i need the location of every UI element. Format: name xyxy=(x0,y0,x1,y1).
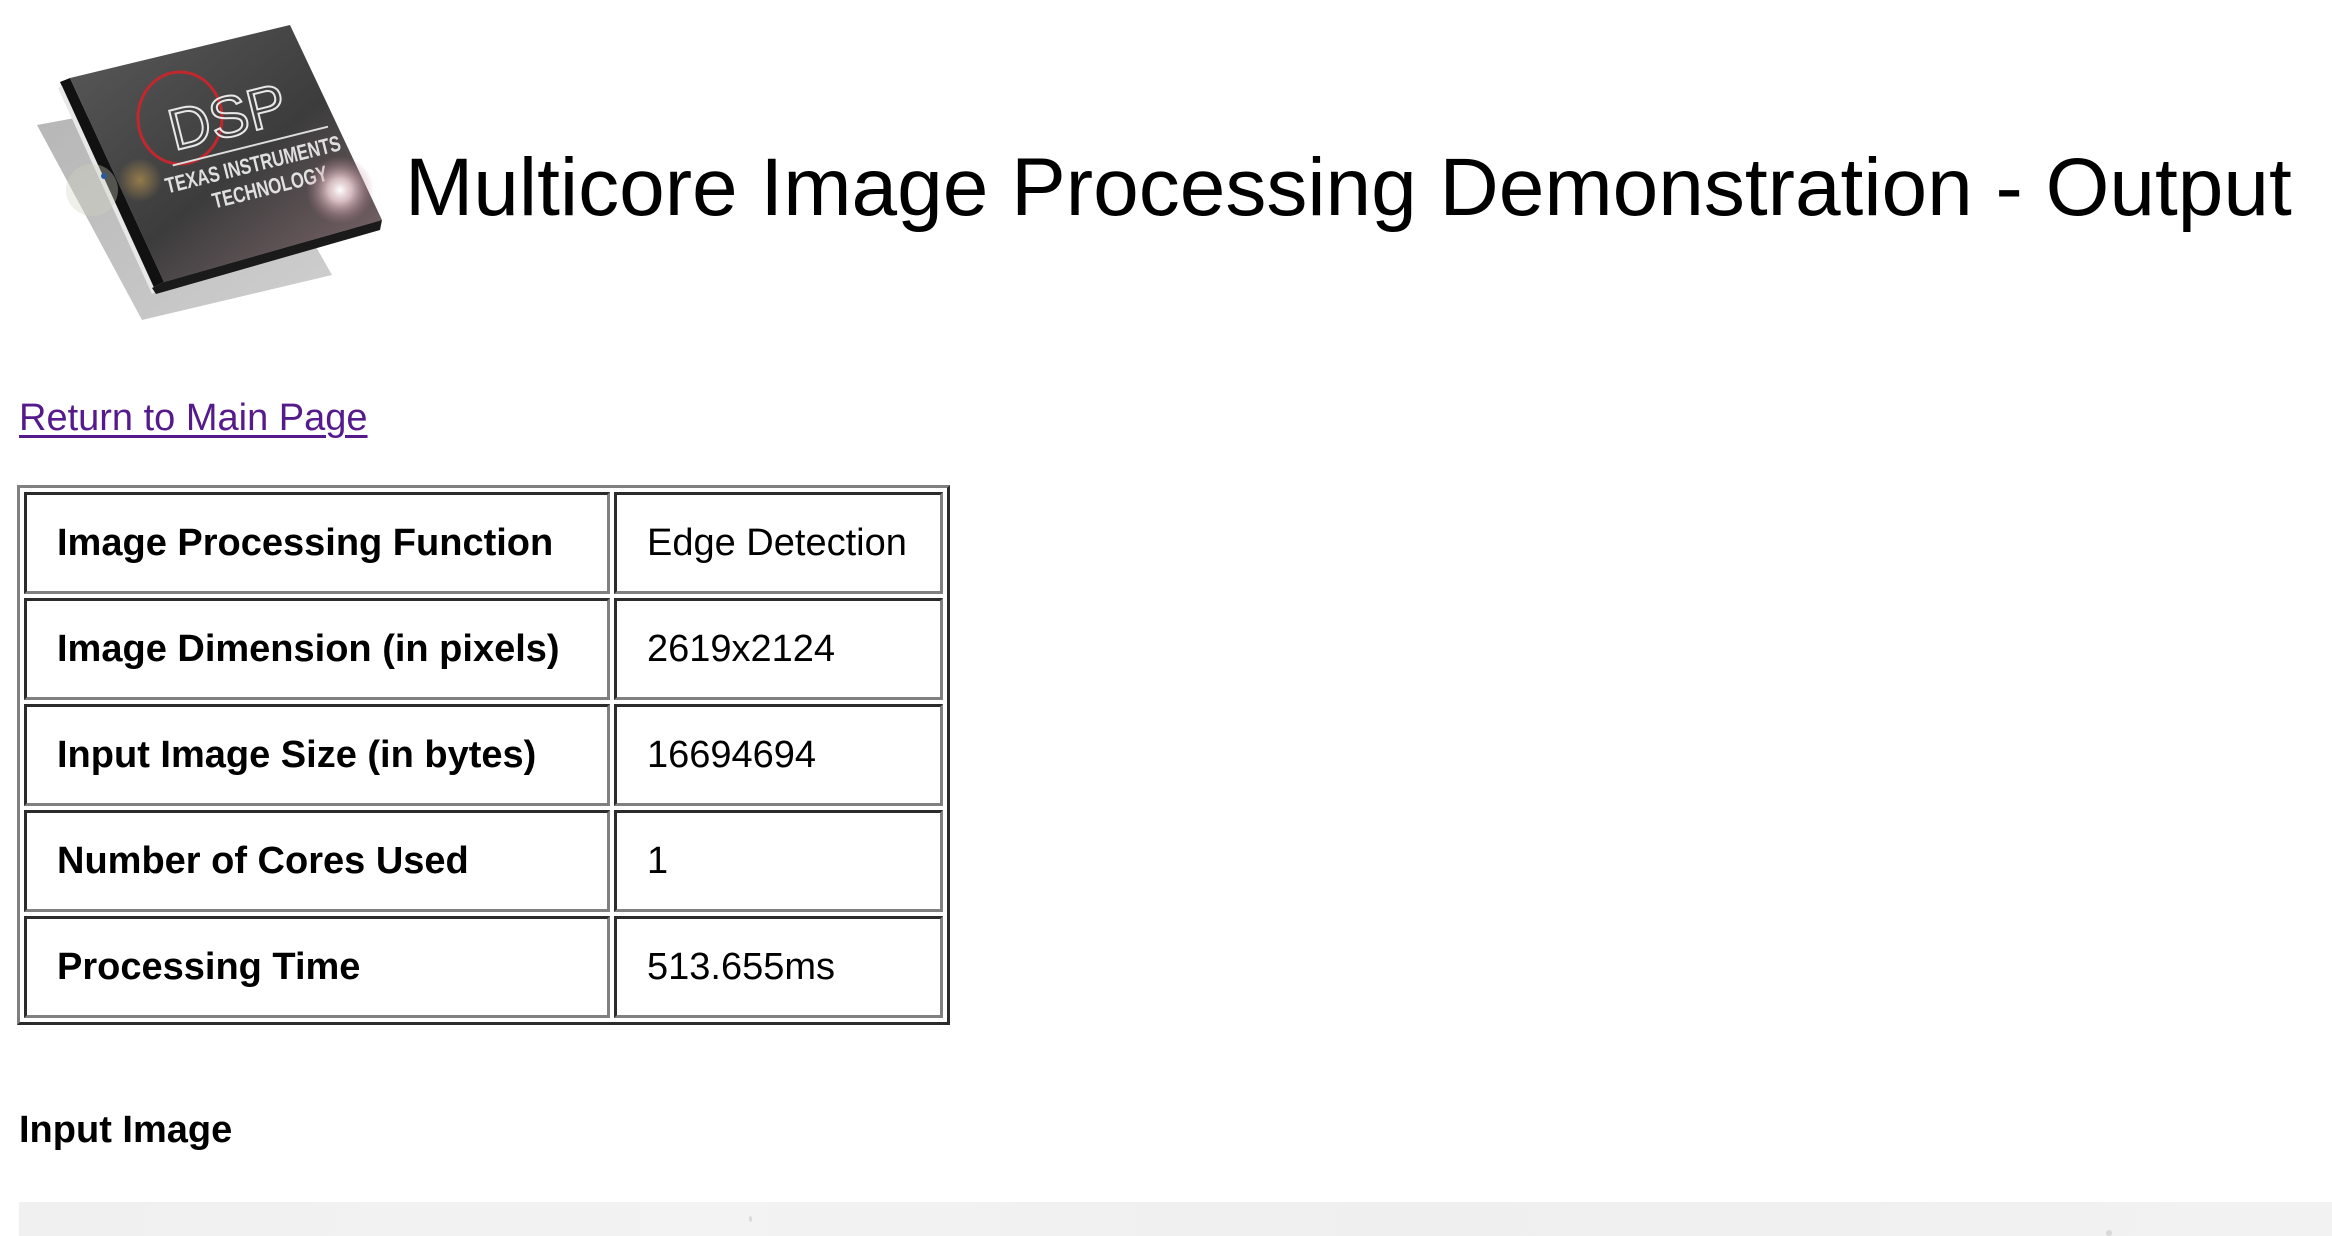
row-label: Number of Cores Used xyxy=(24,810,610,912)
image-detail xyxy=(2106,1230,2112,1236)
table-row: Input Image Size (in bytes) 16694694 xyxy=(24,704,943,806)
dsp-chip-logo-icon: DSP TEXAS INSTRUMENTS TECHNOLOGY xyxy=(37,25,382,320)
image-detail xyxy=(749,1216,752,1222)
table-row: Number of Cores Used 1 xyxy=(24,810,943,912)
table-row: Image Dimension (in pixels) 2619x2124 xyxy=(24,598,943,700)
row-label: Image Processing Function xyxy=(24,492,610,594)
input-image xyxy=(19,1202,2332,1236)
row-value: Edge Detection xyxy=(614,492,943,594)
page-header: DSP TEXAS INSTRUMENTS TECHNOLOGY Multico… xyxy=(22,20,2322,350)
row-value: 16694694 xyxy=(614,704,943,806)
row-label: Image Dimension (in pixels) xyxy=(24,598,610,700)
return-to-main-page-link[interactable]: Return to Main Page xyxy=(19,394,368,442)
table-row: Image Processing Function Edge Detection xyxy=(24,492,943,594)
processing-info-table: Image Processing Function Edge Detection… xyxy=(17,485,950,1025)
input-image-heading: Input Image xyxy=(19,1109,233,1151)
row-value: 513.655ms xyxy=(614,916,943,1018)
row-label: Input Image Size (in bytes) xyxy=(24,704,610,806)
row-value: 1 xyxy=(614,810,943,912)
table-row: Processing Time 513.655ms xyxy=(24,916,943,1018)
page-title: Multicore Image Processing Demonstration… xyxy=(405,142,2292,233)
row-value: 2619x2124 xyxy=(614,598,943,700)
row-label: Processing Time xyxy=(24,916,610,1018)
